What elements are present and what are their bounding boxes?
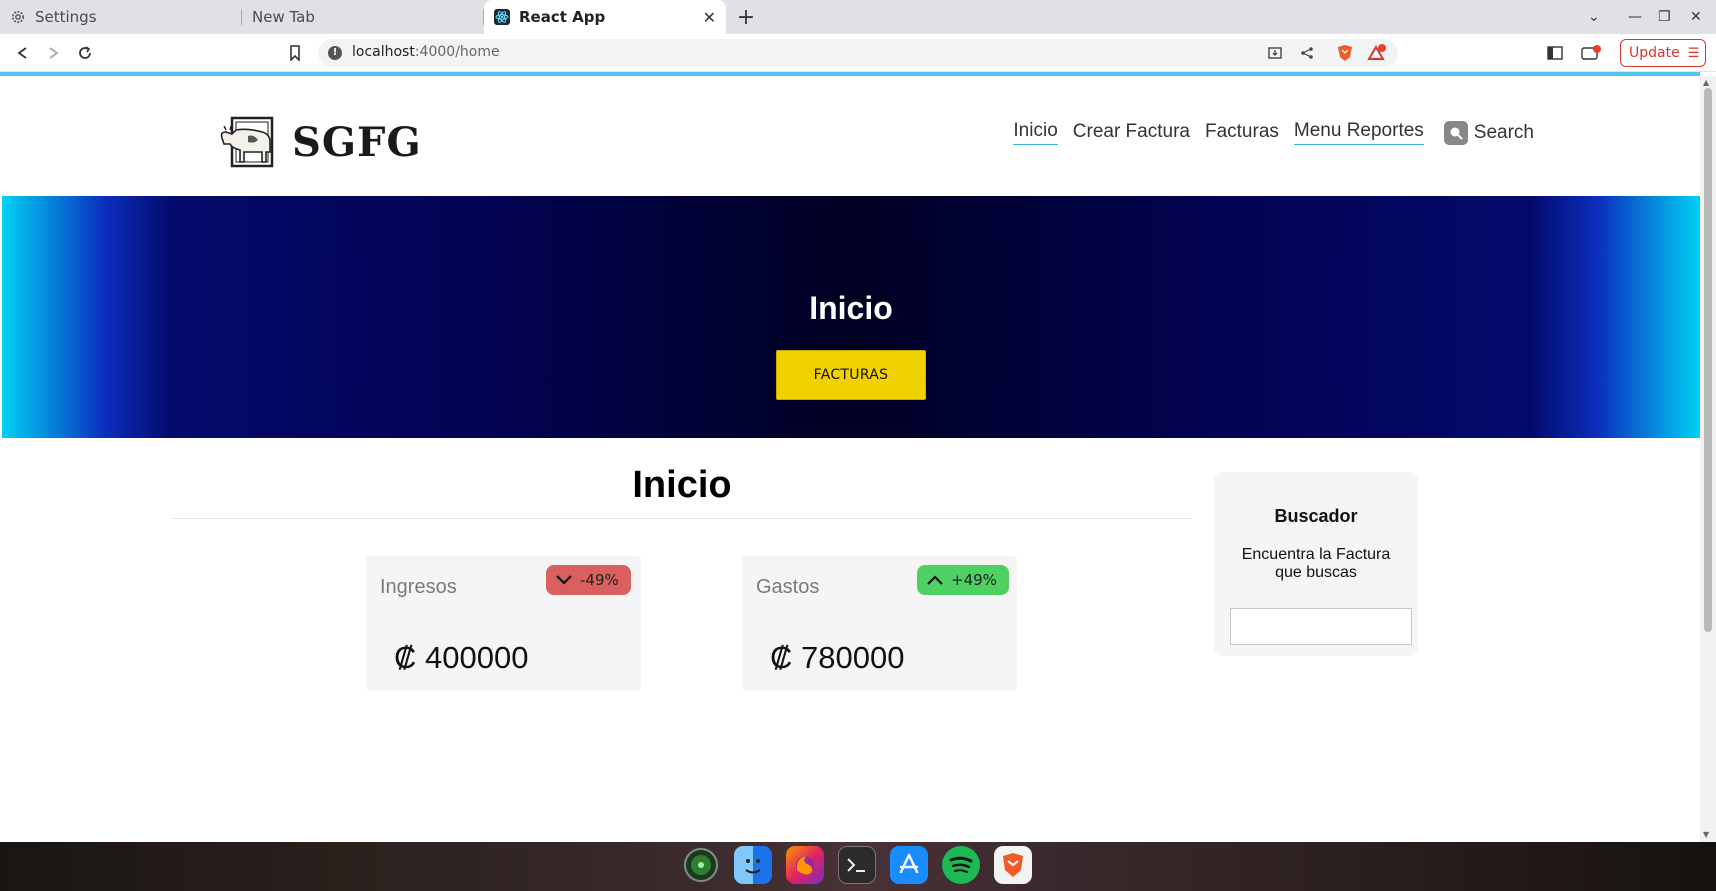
bookmark-icon[interactable] — [284, 42, 306, 64]
wallet-icon[interactable] — [1580, 42, 1602, 64]
search-icon — [1443, 120, 1468, 145]
sidebar-toggle-icon[interactable] — [1544, 42, 1566, 64]
scroll-down-icon[interactable]: ▼ — [1703, 830, 1709, 839]
logo-text: SGFG — [292, 118, 422, 166]
restore-icon[interactable]: ❐ — [1658, 0, 1671, 34]
gear-icon — [10, 9, 26, 25]
nav-link-crear-factura[interactable]: Crear Factura — [1073, 121, 1190, 145]
reload-icon[interactable] — [74, 42, 96, 64]
chevron-up-icon — [927, 575, 943, 585]
nav-link-menu-reportes[interactable]: Menu Reportes — [1293, 120, 1424, 145]
brave-icon[interactable] — [994, 846, 1032, 884]
widget-title: Buscador — [1274, 506, 1358, 526]
brave-shield-icon[interactable] — [1334, 42, 1356, 64]
hero-banner: Inicio FACTURAS — [2, 196, 1700, 438]
radar-icon[interactable] — [682, 846, 720, 884]
badge-value: -49% — [580, 571, 619, 589]
update-button[interactable]: Update ☰ — [1620, 39, 1706, 67]
os-dock — [0, 842, 1716, 891]
site-logo[interactable]: SGFG — [218, 116, 422, 168]
minimize-icon[interactable]: — — [1628, 0, 1642, 34]
nav-link-facturas[interactable]: Facturas — [1205, 121, 1279, 145]
firefox-icon[interactable] — [786, 846, 824, 884]
divider — [172, 518, 1192, 519]
app-store-icon[interactable] — [890, 846, 928, 884]
browser-tabstrip: Settings New Tab React App ✕ + ⌄ — ❐ ✕ — [0, 0, 1716, 34]
site-info-icon[interactable]: ! — [328, 46, 342, 60]
chevron-down-icon[interactable]: ⌄ — [1588, 0, 1600, 34]
nav-link-inicio[interactable]: Inicio — [1013, 120, 1058, 145]
tab-title: React App — [519, 8, 606, 26]
forward-icon[interactable] — [42, 42, 64, 64]
update-label: Update — [1629, 45, 1680, 61]
tab-title: New Tab — [252, 8, 315, 26]
terminal-icon[interactable] — [838, 846, 876, 884]
url-text[interactable]: localhost:4000/home — [352, 44, 500, 60]
widget-description: Encuentra la Factura que buscas — [1241, 546, 1391, 581]
chevron-down-icon — [556, 575, 572, 585]
gastos-card: Gastos +49% ₡ 780000 — [742, 556, 1017, 691]
back-icon[interactable] — [12, 42, 34, 64]
address-bar[interactable]: ! localhost:4000/home — [318, 39, 1398, 67]
finder-icon[interactable] — [734, 846, 772, 884]
share-icon[interactable] — [1296, 42, 1318, 64]
site-header: SGFG Inicio Crear Factura Facturas Menu … — [2, 76, 1700, 196]
card-value: ₡ 780000 — [770, 640, 905, 675]
scroll-thumb[interactable] — [1704, 88, 1712, 632]
badge-value: +49% — [951, 571, 997, 589]
window-close-icon[interactable]: ✕ — [1690, 0, 1702, 34]
page-viewport: SGFG Inicio Crear Factura Facturas Menu … — [2, 76, 1700, 842]
search-label: Search — [1473, 121, 1534, 143]
trend-badge-down: -49% — [546, 565, 631, 595]
buscador-widget: Buscador Encuentra la Factura que buscas — [1214, 472, 1418, 656]
card-value: ₡ 400000 — [394, 640, 529, 675]
tab-settings[interactable]: Settings — [0, 0, 242, 34]
nav-search[interactable]: Search — [1443, 120, 1534, 145]
trend-badge-up: +49% — [917, 565, 1009, 595]
main-nav: Inicio Crear Factura Facturas Menu Repor… — [998, 120, 1534, 145]
menu-icon: ☰ — [1687, 45, 1700, 61]
close-icon[interactable]: ✕ — [703, 8, 716, 27]
tab-title: Settings — [35, 8, 97, 26]
scroll-up-icon[interactable]: ▲ — [1703, 78, 1709, 87]
card-label: Gastos — [756, 576, 820, 598]
ingresos-card: Ingresos -49% ₡ 400000 — [366, 556, 641, 691]
facturas-button[interactable]: FACTURAS — [776, 350, 926, 400]
cow-icon — [220, 116, 274, 168]
page-title: Inicio — [632, 464, 732, 506]
spotify-icon[interactable] — [942, 846, 980, 884]
factura-search-input[interactable] — [1230, 608, 1412, 645]
new-tab-button[interactable]: + — [726, 0, 766, 34]
tab-react-app[interactable]: React App ✕ — [484, 0, 726, 34]
hero-title: Inicio — [809, 290, 893, 326]
page-scrollbar[interactable]: ▲ ▼ — [1700, 76, 1716, 842]
brave-rewards-icon[interactable] — [1366, 42, 1388, 64]
react-icon — [494, 9, 510, 25]
browser-toolbar: ! localhost:4000/home Update ☰ — [0, 34, 1716, 72]
install-icon[interactable] — [1264, 42, 1286, 64]
tab-new-tab[interactable]: New Tab — [242, 0, 484, 34]
card-label: Ingresos — [380, 576, 457, 598]
